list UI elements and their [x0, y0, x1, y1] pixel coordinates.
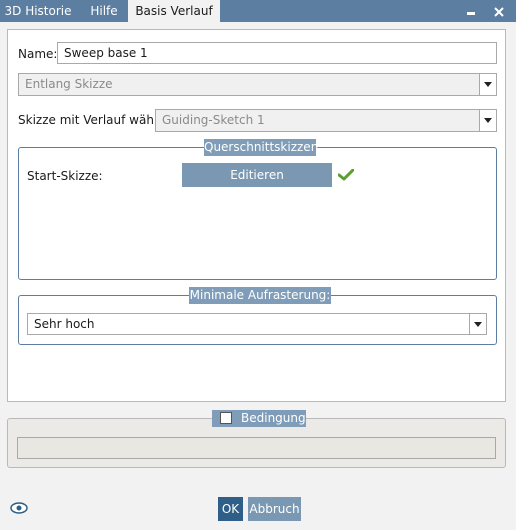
close-icon [494, 6, 504, 17]
sketch-value: Guiding-Sketch 1 [162, 113, 265, 127]
condition-label: Bedingung [241, 411, 306, 425]
name-input[interactable]: Sweep base 1 [57, 42, 497, 64]
title-bar: 3D Historie Hilfe Basis Verlauf [0, 0, 516, 22]
minimize-button[interactable] [460, 0, 482, 22]
chevron-down-icon[interactable] [479, 74, 496, 95]
minimize-icon [467, 11, 475, 15]
condition-legend: Bedingung [212, 410, 306, 427]
start-sketch-label: Start-Skizze: [27, 169, 103, 183]
eye-icon[interactable] [10, 502, 28, 514]
main-panel: Name: Sweep base 1 Entlang Skizze Skizze… [7, 29, 506, 402]
condition-checkbox[interactable] [220, 412, 232, 424]
ok-button[interactable]: OK [218, 497, 243, 521]
chevron-down-icon[interactable] [469, 314, 486, 334]
check-icon [338, 169, 354, 181]
cross-sections-legend: Querschnittskizzen [204, 139, 319, 156]
rasterization-legend: Minimale Aufrasterung: [189, 287, 331, 304]
cancel-button[interactable]: Abbruch [248, 497, 301, 521]
close-button[interactable] [488, 0, 510, 22]
sketch-select[interactable]: Guiding-Sketch 1 [155, 109, 497, 132]
mode-value: Entlang Skizze [25, 77, 113, 91]
tab-basis-verlauf[interactable]: Basis Verlauf [128, 0, 220, 22]
tab-3d-historie[interactable]: 3D Historie [0, 0, 76, 22]
tab-label: Basis Verlauf [135, 4, 213, 18]
rasterization-select[interactable]: Sehr hoch [27, 313, 487, 335]
mode-select[interactable]: Entlang Skizze [18, 73, 497, 96]
name-value: Sweep base 1 [64, 46, 148, 60]
sketch-label: Skizze mit Verlauf wählen: [18, 113, 177, 127]
chevron-down-icon[interactable] [479, 110, 496, 131]
edit-button[interactable]: Editieren [182, 163, 332, 187]
tab-label: 3D Historie [4, 4, 72, 18]
tab-label: Hilfe [90, 4, 118, 18]
name-label: Name: [18, 47, 58, 61]
tab-hilfe[interactable]: Hilfe [80, 0, 128, 22]
rasterization-value: Sehr hoch [34, 317, 95, 331]
condition-input[interactable] [17, 437, 496, 459]
